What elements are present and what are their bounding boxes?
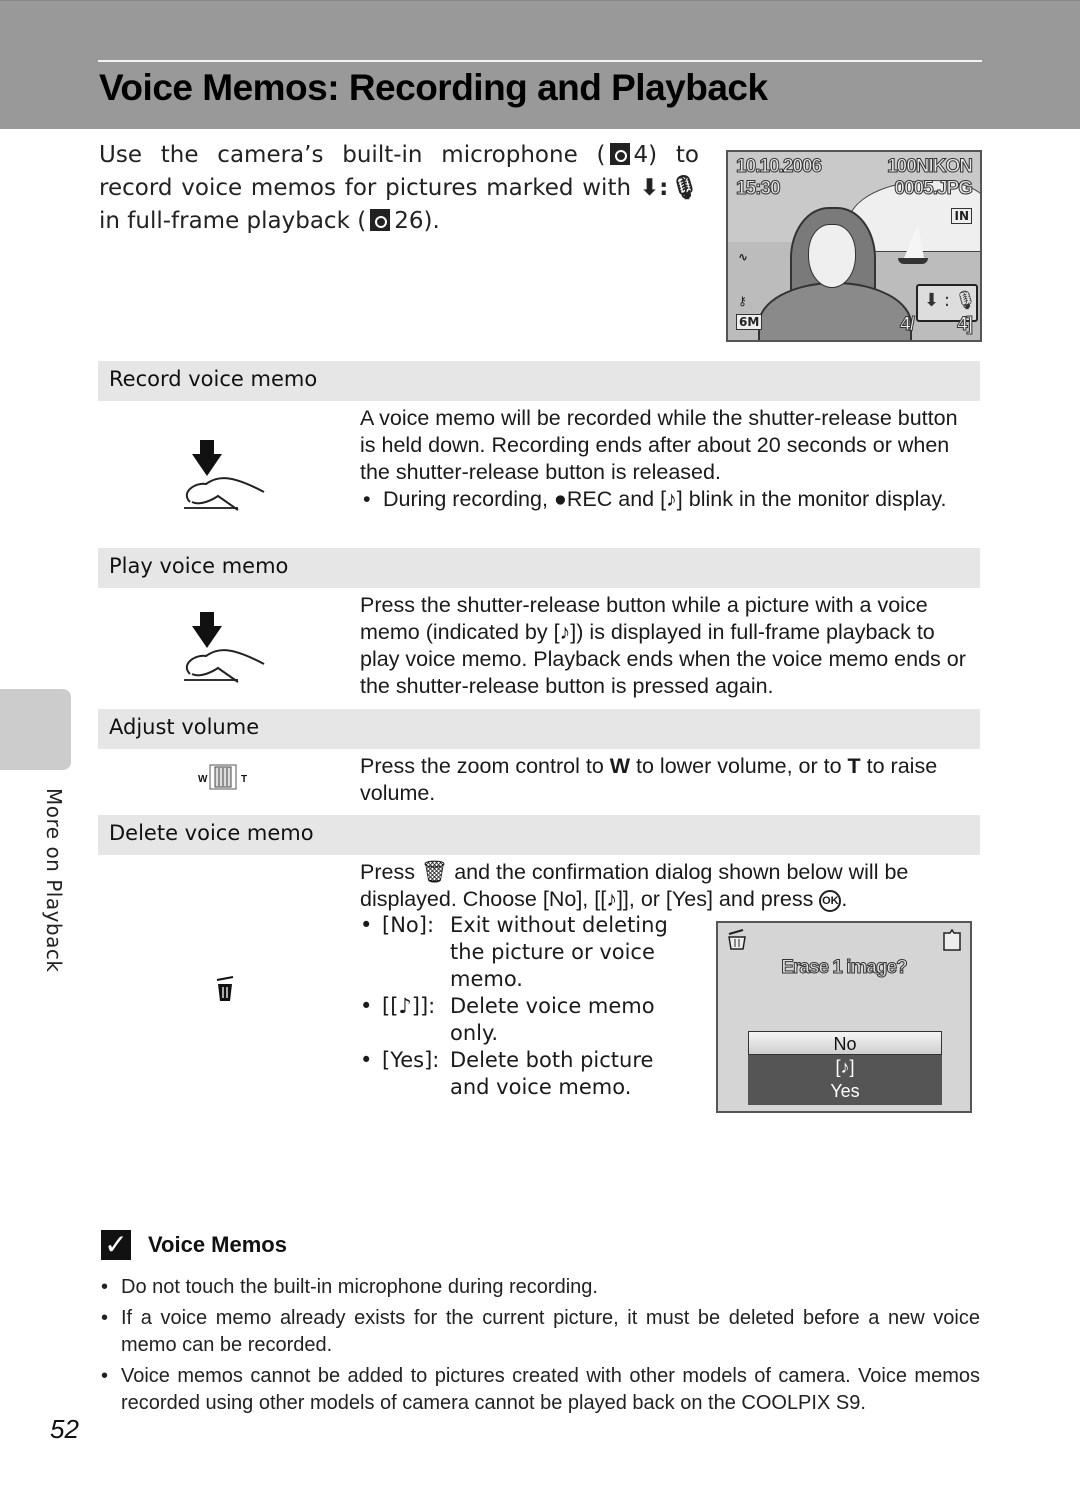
intro-text: in full-frame playback ( (99, 208, 367, 234)
dialog-option-yes[interactable]: Yes (748, 1079, 942, 1103)
note-heading: ✓ Voice Memos (101, 1230, 287, 1260)
shutter-press-icon (184, 612, 265, 683)
osd-date: 10.10.2006 (735, 156, 822, 178)
checkmark-icon: ✓ (101, 1230, 131, 1260)
dialog-title: Erase 1 image? (781, 957, 908, 979)
header-band: Voice Memos: Recording and Playback (0, 0, 1080, 129)
zoom-control-icon: W T (198, 764, 247, 790)
delete-description: Press 🗑 and the confirmation dialog show… (360, 859, 970, 913)
erase-dialog-illustration: Erase 1 image? No [♪] Yes (716, 921, 972, 1113)
zoom-t-label: T (241, 774, 247, 785)
section-heading-record: Record voice memo (98, 361, 980, 401)
delete-option-voice: • [[♪]]: Delete voice memo only. (360, 993, 680, 1047)
person-face (808, 224, 856, 288)
osd-total: 4] (957, 314, 974, 336)
delete-option-no: • [No]: Exit without deleting the pictur… (360, 912, 680, 993)
record-bullet: During recording, ●REC and [♪] blink in … (360, 486, 970, 513)
page-title: Voice Memos: Recording and Playback (99, 67, 768, 108)
memory-card-icon (943, 929, 961, 951)
bullet: • (360, 913, 373, 937)
bullet: • (360, 994, 373, 1018)
option-text: Delete voice memo only. (450, 994, 655, 1045)
note-title: Voice Memos (148, 1232, 287, 1257)
delete-text: Press (360, 860, 421, 884)
dialog-options: No [♪] Yes (748, 1031, 942, 1105)
osd-file: 0005.JPG (894, 178, 974, 200)
trash-icon (728, 929, 746, 950)
option-key: [No]: (382, 913, 435, 937)
intro-text: Use the camera’s built-in microphone ( (99, 142, 606, 168)
section-heading-delete: Delete voice memo (98, 815, 980, 855)
chapter-tab (0, 689, 71, 770)
section-heading-label: Adjust volume (109, 715, 260, 739)
camera-monitor-illustration: 10.10.2006 15:30 100NIKON 0005.JPG IN ∿ … (726, 150, 982, 342)
note-list: Do not touch the built-in microphone dur… (99, 1274, 980, 1421)
option-key: [Yes]: (382, 1048, 440, 1072)
option-text: Exit without deleting the picture or voi… (450, 913, 668, 991)
page-reference: 26 (394, 208, 424, 234)
volume-description: Press the zoom control to W to lower vol… (360, 753, 970, 807)
section-heading-label: Delete voice memo (109, 821, 314, 845)
note-item: If a voice memo already exists for the c… (99, 1305, 980, 1359)
ok-button-icon: OK (819, 890, 842, 912)
dialog-option-voice[interactable]: [♪] (748, 1055, 942, 1079)
record-description: A voice memo will be recorded while the … (360, 405, 970, 513)
option-text: Delete both picture and voice memo. (450, 1048, 654, 1099)
page-number: 52 (50, 1414, 79, 1444)
image-mode-icon: 6M (736, 314, 763, 330)
sailboat-hull (898, 258, 928, 264)
protect-key-icon: ⚷ (738, 294, 747, 308)
microphone-icon: 🎙 (954, 290, 977, 311)
dialog-option-no[interactable]: No (748, 1031, 942, 1055)
zoom-w-label: W (198, 774, 208, 785)
header-rule (98, 60, 982, 62)
intro-text: ). (423, 208, 440, 234)
page-reference-icon (370, 209, 391, 231)
battery-icon: ∿ (738, 250, 749, 264)
intro-paragraph: Use the camera’s built-in microphone ( 4)… (99, 139, 699, 238)
bullet: • (360, 1048, 373, 1072)
volume-text: to lower volume, or to (630, 754, 848, 778)
trash-icon: 🗑 (420, 860, 449, 884)
delete-options-list: • [No]: Exit without deleting the pictur… (360, 912, 680, 1101)
volume-text: Press the zoom control to (360, 754, 610, 778)
osd-folder: 100NIKON (887, 156, 974, 178)
sailboat-sail (904, 224, 924, 258)
internal-memory-icon: IN (951, 208, 972, 224)
osd-frame-counter: 4/ (900, 314, 916, 336)
play-icon: ⬇ (924, 290, 940, 311)
trash-icon (216, 976, 234, 1001)
voice-memo-mark-icon: ⬇:🎙 (639, 175, 699, 201)
separator: : (944, 290, 951, 311)
note-item: Do not touch the built-in microphone dur… (99, 1274, 980, 1301)
key-w: W (609, 754, 631, 778)
delete-text: . (841, 887, 848, 911)
page-reference-icon (609, 143, 630, 165)
record-text: A voice memo will be recorded while the … (360, 406, 958, 484)
section-heading-volume: Adjust volume (98, 709, 980, 749)
delete-option-yes: • [Yes]: Delete both picture and voice m… (360, 1047, 680, 1101)
play-description: Press the shutter-release button while a… (360, 593, 966, 698)
note-item: Voice memos cannot be added to pictures … (99, 1363, 980, 1417)
section-heading-label: Record voice memo (109, 367, 318, 391)
option-key: [[♪]]: (382, 994, 436, 1018)
chapter-label: More on Playback (42, 788, 66, 973)
osd-time: 15:30 (736, 178, 782, 200)
shutter-press-icon (184, 440, 265, 511)
page-reference: 4 (633, 142, 649, 168)
section-heading-label: Play voice memo (109, 554, 289, 578)
key-t: T (847, 754, 861, 778)
section-heading-play: Play voice memo (98, 548, 980, 588)
